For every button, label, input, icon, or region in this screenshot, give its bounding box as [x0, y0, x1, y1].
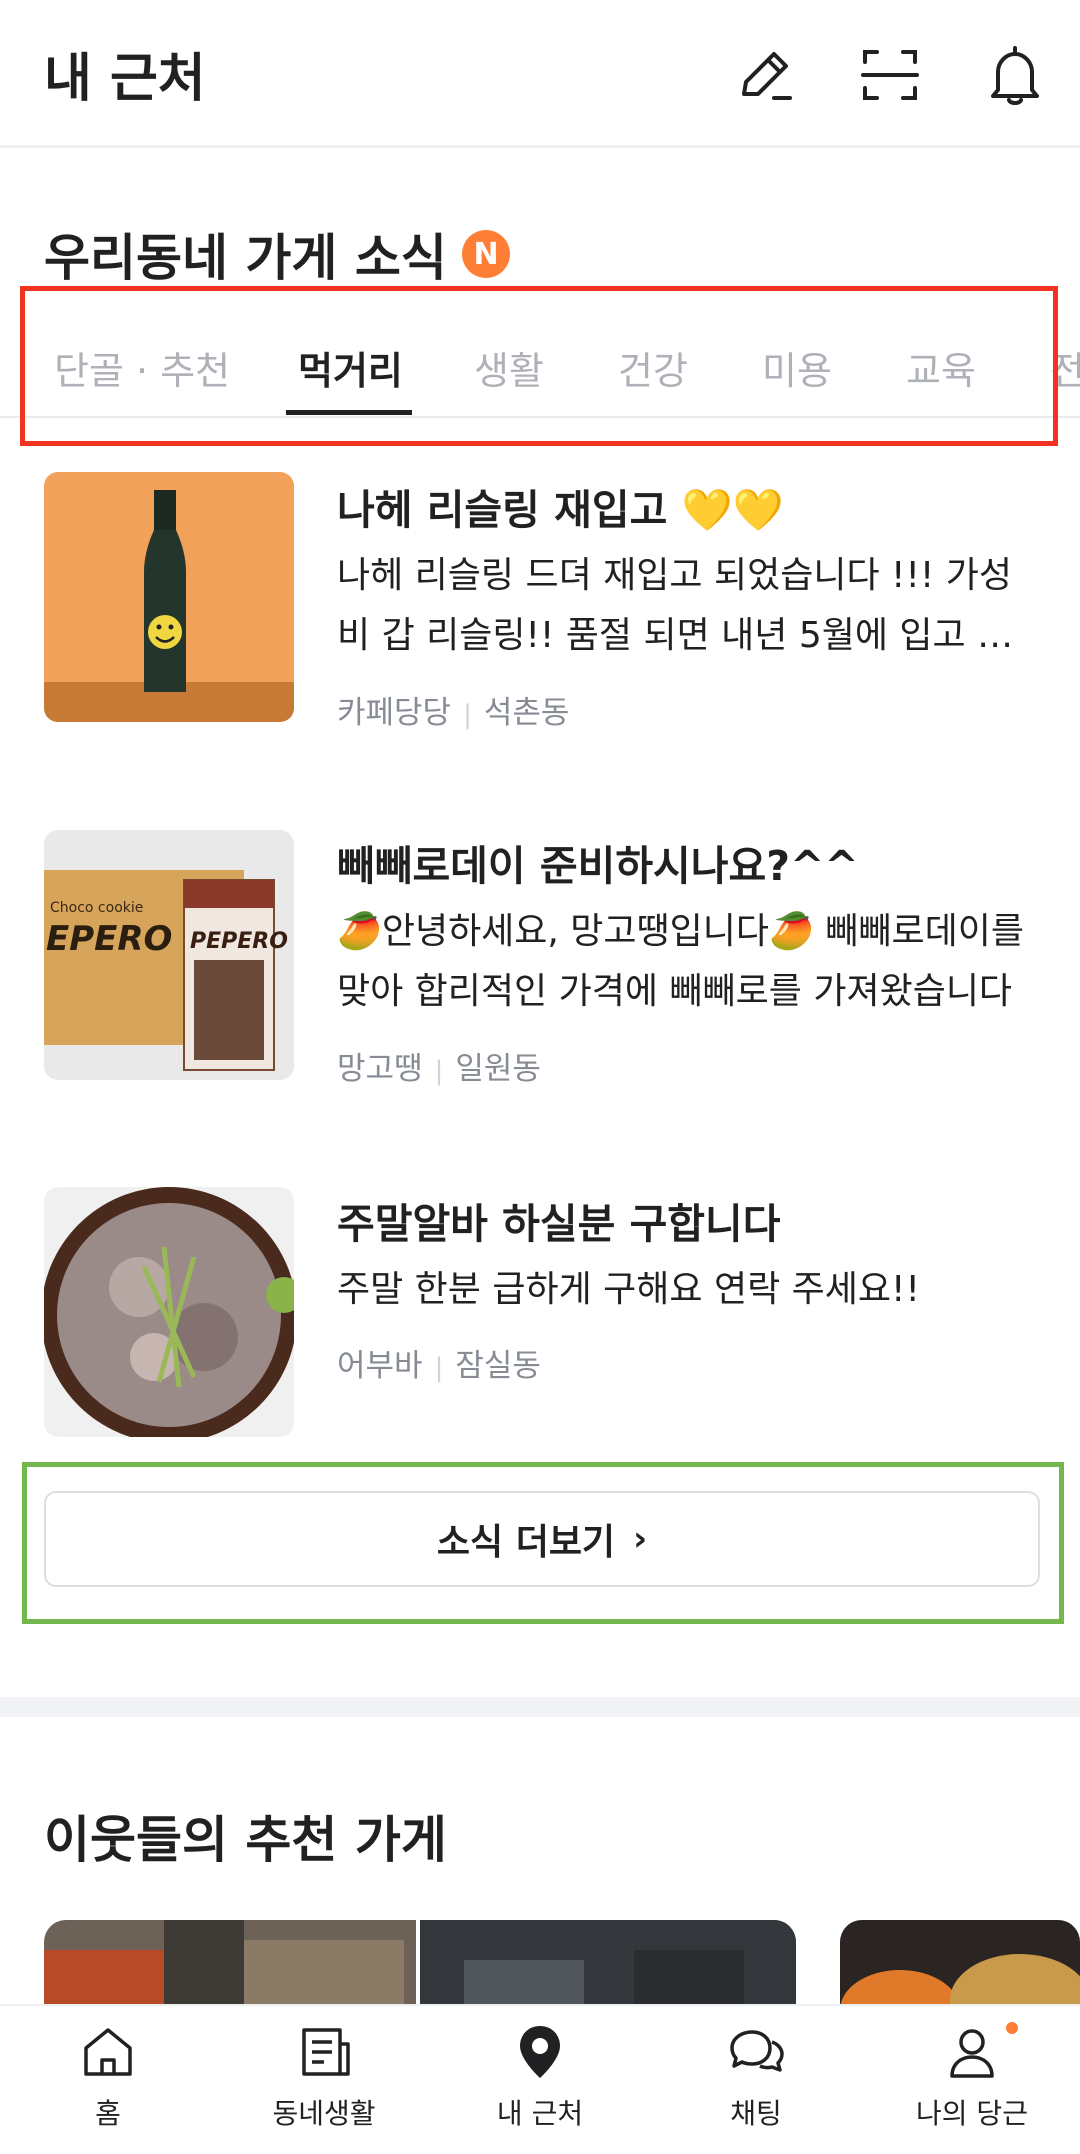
news-title[interactable]: 주말알바 하실분 구합니다: [337, 1190, 780, 1250]
nav-label: 나의 당근: [916, 2097, 1028, 2130]
svg-text:EPERO: EPERO: [46, 919, 172, 959]
nav-home[interactable]: 홈: [28, 2022, 188, 2152]
tab-health[interactable]: 건강: [618, 340, 688, 395]
person-icon: [950, 2029, 994, 2078]
nav-label: 채팅: [730, 2097, 782, 2130]
news-meta: 망고땡 | 일원동: [337, 1051, 541, 1087]
active-tab-indicator: [286, 410, 412, 415]
news-meta: 어부바 | 잠실동: [337, 1348, 541, 1384]
more-news-label: 소식 더보기: [436, 1522, 616, 1563]
tab-education[interactable]: 교육: [906, 340, 976, 395]
news-title[interactable]: 빼빼로데이 준비하시나요?^^: [337, 832, 859, 892]
section-divider: [0, 1697, 1080, 1717]
tab-living[interactable]: 생활: [474, 340, 544, 395]
store-area: 일원동: [455, 1051, 541, 1087]
news-thumbnail[interactable]: [44, 472, 294, 722]
nav-label: 내 근처: [496, 2097, 584, 2130]
more-news-button[interactable]: 소식 더보기 ›: [44, 1491, 1040, 1587]
tab-food[interactable]: 먹거리: [298, 340, 403, 395]
news-meta: 카페당당 | 석촌동: [337, 695, 570, 731]
store-news-title: 우리동네 가게 소식: [44, 229, 447, 287]
news-body[interactable]: 나헤 리슬링 드뎌 재입고 되었습니다 !!! 가성비 갑 리슬링!! 품절 되…: [337, 546, 1037, 666]
nav-community[interactable]: 동네생활: [244, 2022, 404, 2152]
tab-regular-recommend[interactable]: 단골 · 추천: [54, 340, 230, 395]
tab-beauty[interactable]: 미용: [762, 340, 832, 395]
news-body[interactable]: 주말 한분 급하게 구해요 연락 주세요!!: [337, 1260, 1037, 1320]
nav-nearby[interactable]: 내 근처: [460, 2022, 620, 2152]
scan-icon[interactable]: [855, 40, 925, 110]
store-area: 석촌동: [483, 695, 570, 731]
nav-my-karrot[interactable]: 나의 당근: [892, 2022, 1052, 2152]
write-icon[interactable]: [730, 40, 800, 110]
news-body[interactable]: 🥭안녕하세요, 망고땡입니다🥭 빼빼로데이를 맞아 합리적인 가격에 빼빼로를 …: [337, 902, 1037, 1022]
page-title: 내 근처: [44, 49, 206, 109]
store-name[interactable]: 망고땡: [337, 1051, 423, 1087]
category-tabs: 단골 · 추천 먹거리 생활 건강 미용 교육 전: [0, 290, 1080, 418]
store-name[interactable]: 어부바: [337, 1348, 423, 1384]
bell-icon[interactable]: [980, 40, 1050, 110]
news-thumbnail[interactable]: Choco cookie EPERO PEPERO: [44, 830, 294, 1080]
notification-dot: [1006, 2022, 1018, 2034]
chat-icon: [730, 2030, 784, 2072]
tab-more[interactable]: 전: [1050, 340, 1080, 395]
new-badge: N: [462, 230, 510, 278]
svg-text:Choco cookie: Choco cookie: [50, 900, 143, 916]
nav-label: 동네생활: [272, 2097, 376, 2130]
bottom-navigation: 홈 동네생활 내 근처 채팅 나의 당근: [0, 2004, 1080, 2154]
nav-chat[interactable]: 채팅: [676, 2022, 836, 2152]
newspaper-icon: [302, 2028, 350, 2076]
recommended-stores-title: 이웃들의 추천 가게: [44, 1811, 447, 1869]
chevron-right-icon: ›: [633, 1519, 648, 1559]
store-area: 잠실동: [455, 1348, 541, 1384]
nav-label: 홈: [95, 2097, 121, 2130]
store-name[interactable]: 카페당당: [337, 695, 451, 731]
location-pin-icon: [520, 2026, 560, 2078]
home-icon: [84, 2028, 132, 2076]
news-title[interactable]: 나헤 리슬링 재입고 💛💛: [337, 476, 784, 536]
svg-text:PEPERO: PEPERO: [190, 929, 288, 954]
news-thumbnail[interactable]: [44, 1187, 294, 1437]
